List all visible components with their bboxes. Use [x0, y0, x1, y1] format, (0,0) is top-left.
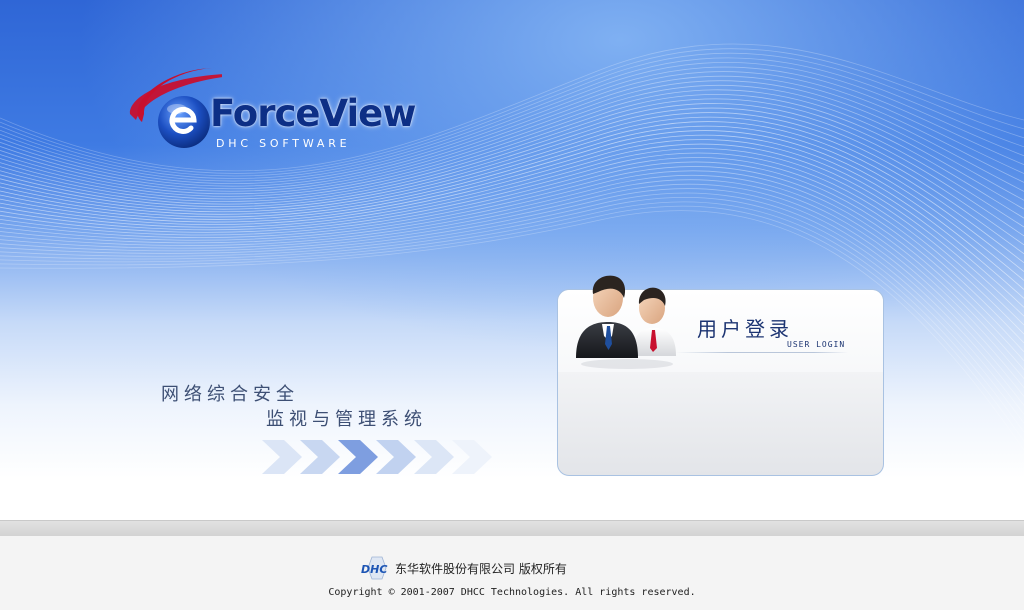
login-title: 用户登录 [697, 317, 793, 341]
forceview-e-globe-icon [129, 68, 222, 148]
dhc-logo-icon: DHC [361, 556, 387, 580]
footer-divider-band [0, 520, 1024, 536]
login-subtitle: USER LOGIN [787, 340, 846, 349]
slogan-line-1: 网络综合安全 [161, 384, 299, 405]
slogan-line-2: 监视与管理系统 [266, 409, 427, 430]
company-name: 东华软件股份有限公司 版权所有 [395, 562, 567, 576]
brand-tagline: DHC SOFTWARE [216, 137, 351, 150]
two-users-icon [576, 275, 676, 369]
chevron-arrows-icon [262, 440, 492, 474]
brand-name: ForceView [210, 92, 416, 135]
login-divider [676, 352, 848, 353]
footer-logo-text: DHC [361, 563, 387, 576]
login-page: ForceView DHC SOFTWARE 网络综合安全 监视与管理系统 用户… [0, 0, 1024, 610]
copyright-text: Copyright © 2001-2007 DHCC Technologies.… [328, 587, 696, 598]
forceview-logo: ForceView DHC SOFTWARE [122, 62, 416, 162]
